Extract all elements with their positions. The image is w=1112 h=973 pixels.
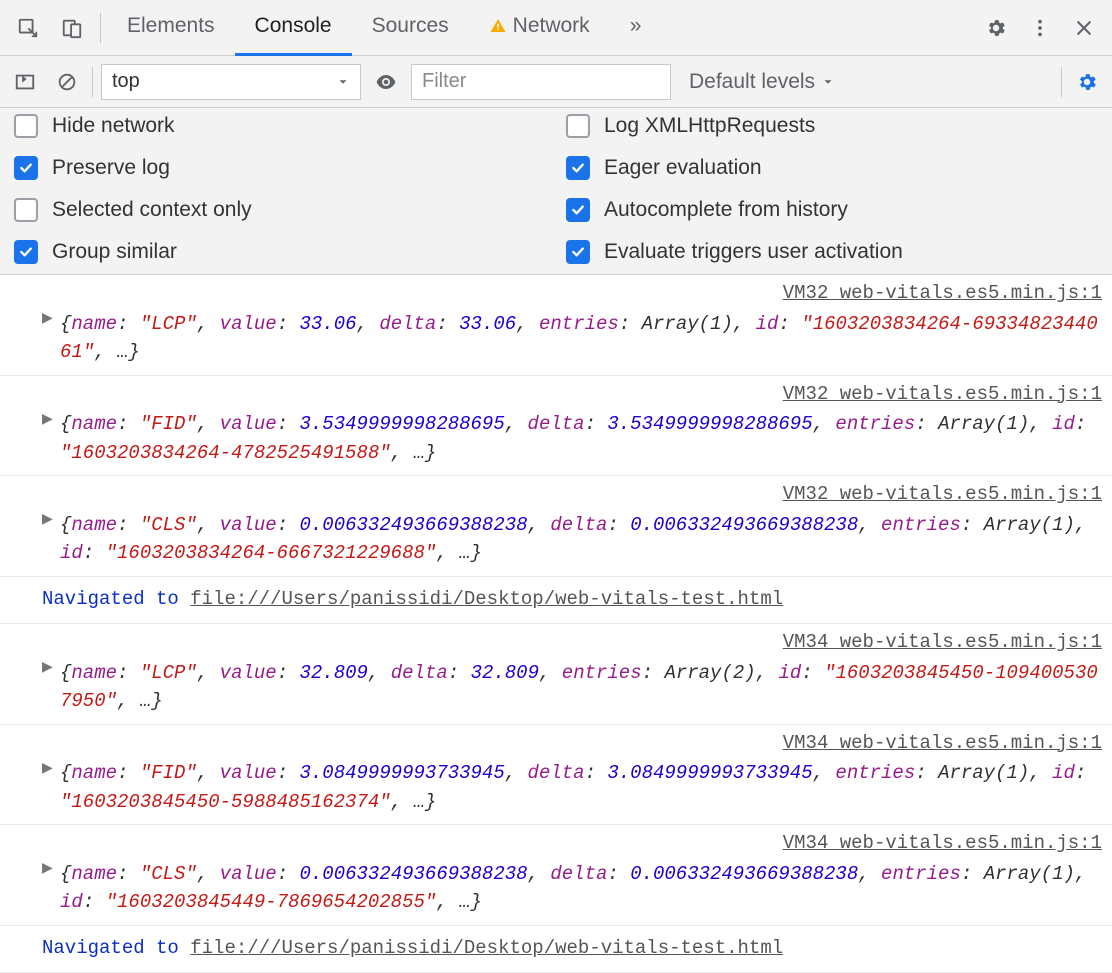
tab-label: Network [513,14,590,38]
console-messages: VM32 web-vitals.es5.min.js:1 ▶ {name: "L… [0,275,1112,973]
checkbox-icon [14,156,38,180]
chevron-down-icon [336,75,350,89]
checkbox-icon [14,114,38,138]
checkbox-autocomplete-history[interactable]: Autocomplete from history [566,198,1098,222]
settings-gear-icon[interactable] [974,0,1018,56]
clear-console-icon[interactable] [50,65,84,99]
divider [92,67,93,97]
source-link[interactable]: VM32 web-vitals.es5.min.js:1 [60,380,1102,409]
warning-icon [489,17,507,35]
tab-network[interactable]: Network [469,0,610,56]
checkbox-eval-user-activation[interactable]: Evaluate triggers user activation [566,240,1098,264]
device-toolbar-icon[interactable] [50,0,94,56]
checkbox-icon [566,114,590,138]
sidebar-toggle-icon[interactable] [8,65,42,99]
context-label: top [112,70,140,93]
inspect-element-icon[interactable] [6,0,50,56]
nav-prefix: Navigated to [42,937,190,959]
disclosure-triangle-icon[interactable]: ▶ [42,759,53,780]
log-object: {name: "CLS", value: 0.00633249366938823… [60,863,1086,914]
log-object: {name: "CLS", value: 0.00633249366938823… [60,514,1086,565]
console-toolbar: top Default levels [0,56,1112,108]
chevron-down-icon [821,75,835,89]
disclosure-triangle-icon[interactable]: ▶ [42,510,53,531]
tab-label: Elements [127,14,215,38]
kebab-menu-icon[interactable] [1018,0,1062,56]
console-log-entry[interactable]: VM34 web-vitals.es5.min.js:1 ▶ {name: "C… [0,825,1112,926]
source-link[interactable]: VM32 web-vitals.es5.min.js:1 [60,480,1102,509]
tab-more[interactable]: » [610,0,662,56]
checkbox-group-similar[interactable]: Group similar [14,240,546,264]
checkbox-icon [566,240,590,264]
checkbox-eager-eval[interactable]: Eager evaluation [566,156,1098,180]
nav-url[interactable]: file:///Users/panissidi/Desktop/web-vita… [190,937,783,959]
filter-input[interactable] [411,64,671,100]
log-levels-selector[interactable]: Default levels [679,70,845,94]
source-link[interactable]: VM32 web-vitals.es5.min.js:1 [60,279,1102,308]
checkbox-icon [566,156,590,180]
console-settings-panel: Hide network Log XMLHttpRequests Preserv… [0,108,1112,275]
checkbox-label: Log XMLHttpRequests [604,114,815,138]
log-object: {name: "FID", value: 3.0849999993733945,… [60,762,1086,813]
log-object: {name: "FID", value: 3.5349999998288695,… [60,413,1086,464]
tab-label: Console [255,14,332,38]
disclosure-triangle-icon[interactable]: ▶ [42,410,53,431]
checkbox-label: Preserve log [52,156,170,180]
log-object: {name: "LCP", value: 32.809, delta: 32.8… [60,662,1098,713]
nav-url[interactable]: file:///Users/panissidi/Desktop/web-vita… [190,588,783,610]
divider [100,13,101,43]
checkbox-hide-network[interactable]: Hide network [14,114,546,138]
live-expression-icon[interactable] [369,65,403,99]
checkbox-label: Eager evaluation [604,156,762,180]
devtools-tabbar: Elements Console Sources Network » [0,0,1112,56]
console-log-entry[interactable]: VM32 web-vitals.es5.min.js:1 ▶ {name: "L… [0,275,1112,376]
disclosure-triangle-icon[interactable]: ▶ [42,309,53,330]
console-log-entry[interactable]: VM34 web-vitals.es5.min.js:1 ▶ {name: "L… [0,624,1112,725]
disclosure-triangle-icon[interactable]: ▶ [42,658,53,679]
console-log-entry[interactable]: VM32 web-vitals.es5.min.js:1 ▶ {name: "C… [0,476,1112,577]
tab-sources[interactable]: Sources [352,0,469,56]
tab-label: » [630,14,642,38]
nav-prefix: Navigated to [42,588,190,610]
checkbox-icon [14,240,38,264]
log-object: {name: "LCP", value: 33.06, delta: 33.06… [60,313,1098,364]
checkbox-label: Group similar [52,240,177,264]
checkbox-log-xhr[interactable]: Log XMLHttpRequests [566,114,1098,138]
checkbox-label: Evaluate triggers user activation [604,240,903,264]
levels-label: Default levels [689,70,815,94]
checkbox-icon [14,198,38,222]
tab-console[interactable]: Console [235,0,352,56]
console-settings-icon[interactable] [1070,65,1104,99]
context-selector[interactable]: top [101,64,361,100]
panel-tabs: Elements Console Sources Network » [107,0,661,56]
tab-label: Sources [372,14,449,38]
tab-elements[interactable]: Elements [107,0,235,56]
close-icon[interactable] [1062,0,1106,56]
console-log-entry[interactable]: VM32 web-vitals.es5.min.js:1 ▶ {name: "F… [0,376,1112,477]
checkbox-preserve-log[interactable]: Preserve log [14,156,546,180]
navigation-message: Navigated to file:///Users/panissidi/Des… [0,926,1112,973]
source-link[interactable]: VM34 web-vitals.es5.min.js:1 [60,628,1102,657]
checkbox-selected-context[interactable]: Selected context only [14,198,546,222]
source-link[interactable]: VM34 web-vitals.es5.min.js:1 [60,729,1102,758]
console-log-entry[interactable]: VM34 web-vitals.es5.min.js:1 ▶ {name: "F… [0,725,1112,826]
checkbox-label: Hide network [52,114,175,138]
disclosure-triangle-icon[interactable]: ▶ [42,859,53,880]
checkbox-icon [566,198,590,222]
source-link[interactable]: VM34 web-vitals.es5.min.js:1 [60,829,1102,858]
navigation-message: Navigated to file:///Users/panissidi/Des… [0,577,1112,625]
checkbox-label: Selected context only [52,198,252,222]
divider [1061,67,1062,97]
checkbox-label: Autocomplete from history [604,198,848,222]
